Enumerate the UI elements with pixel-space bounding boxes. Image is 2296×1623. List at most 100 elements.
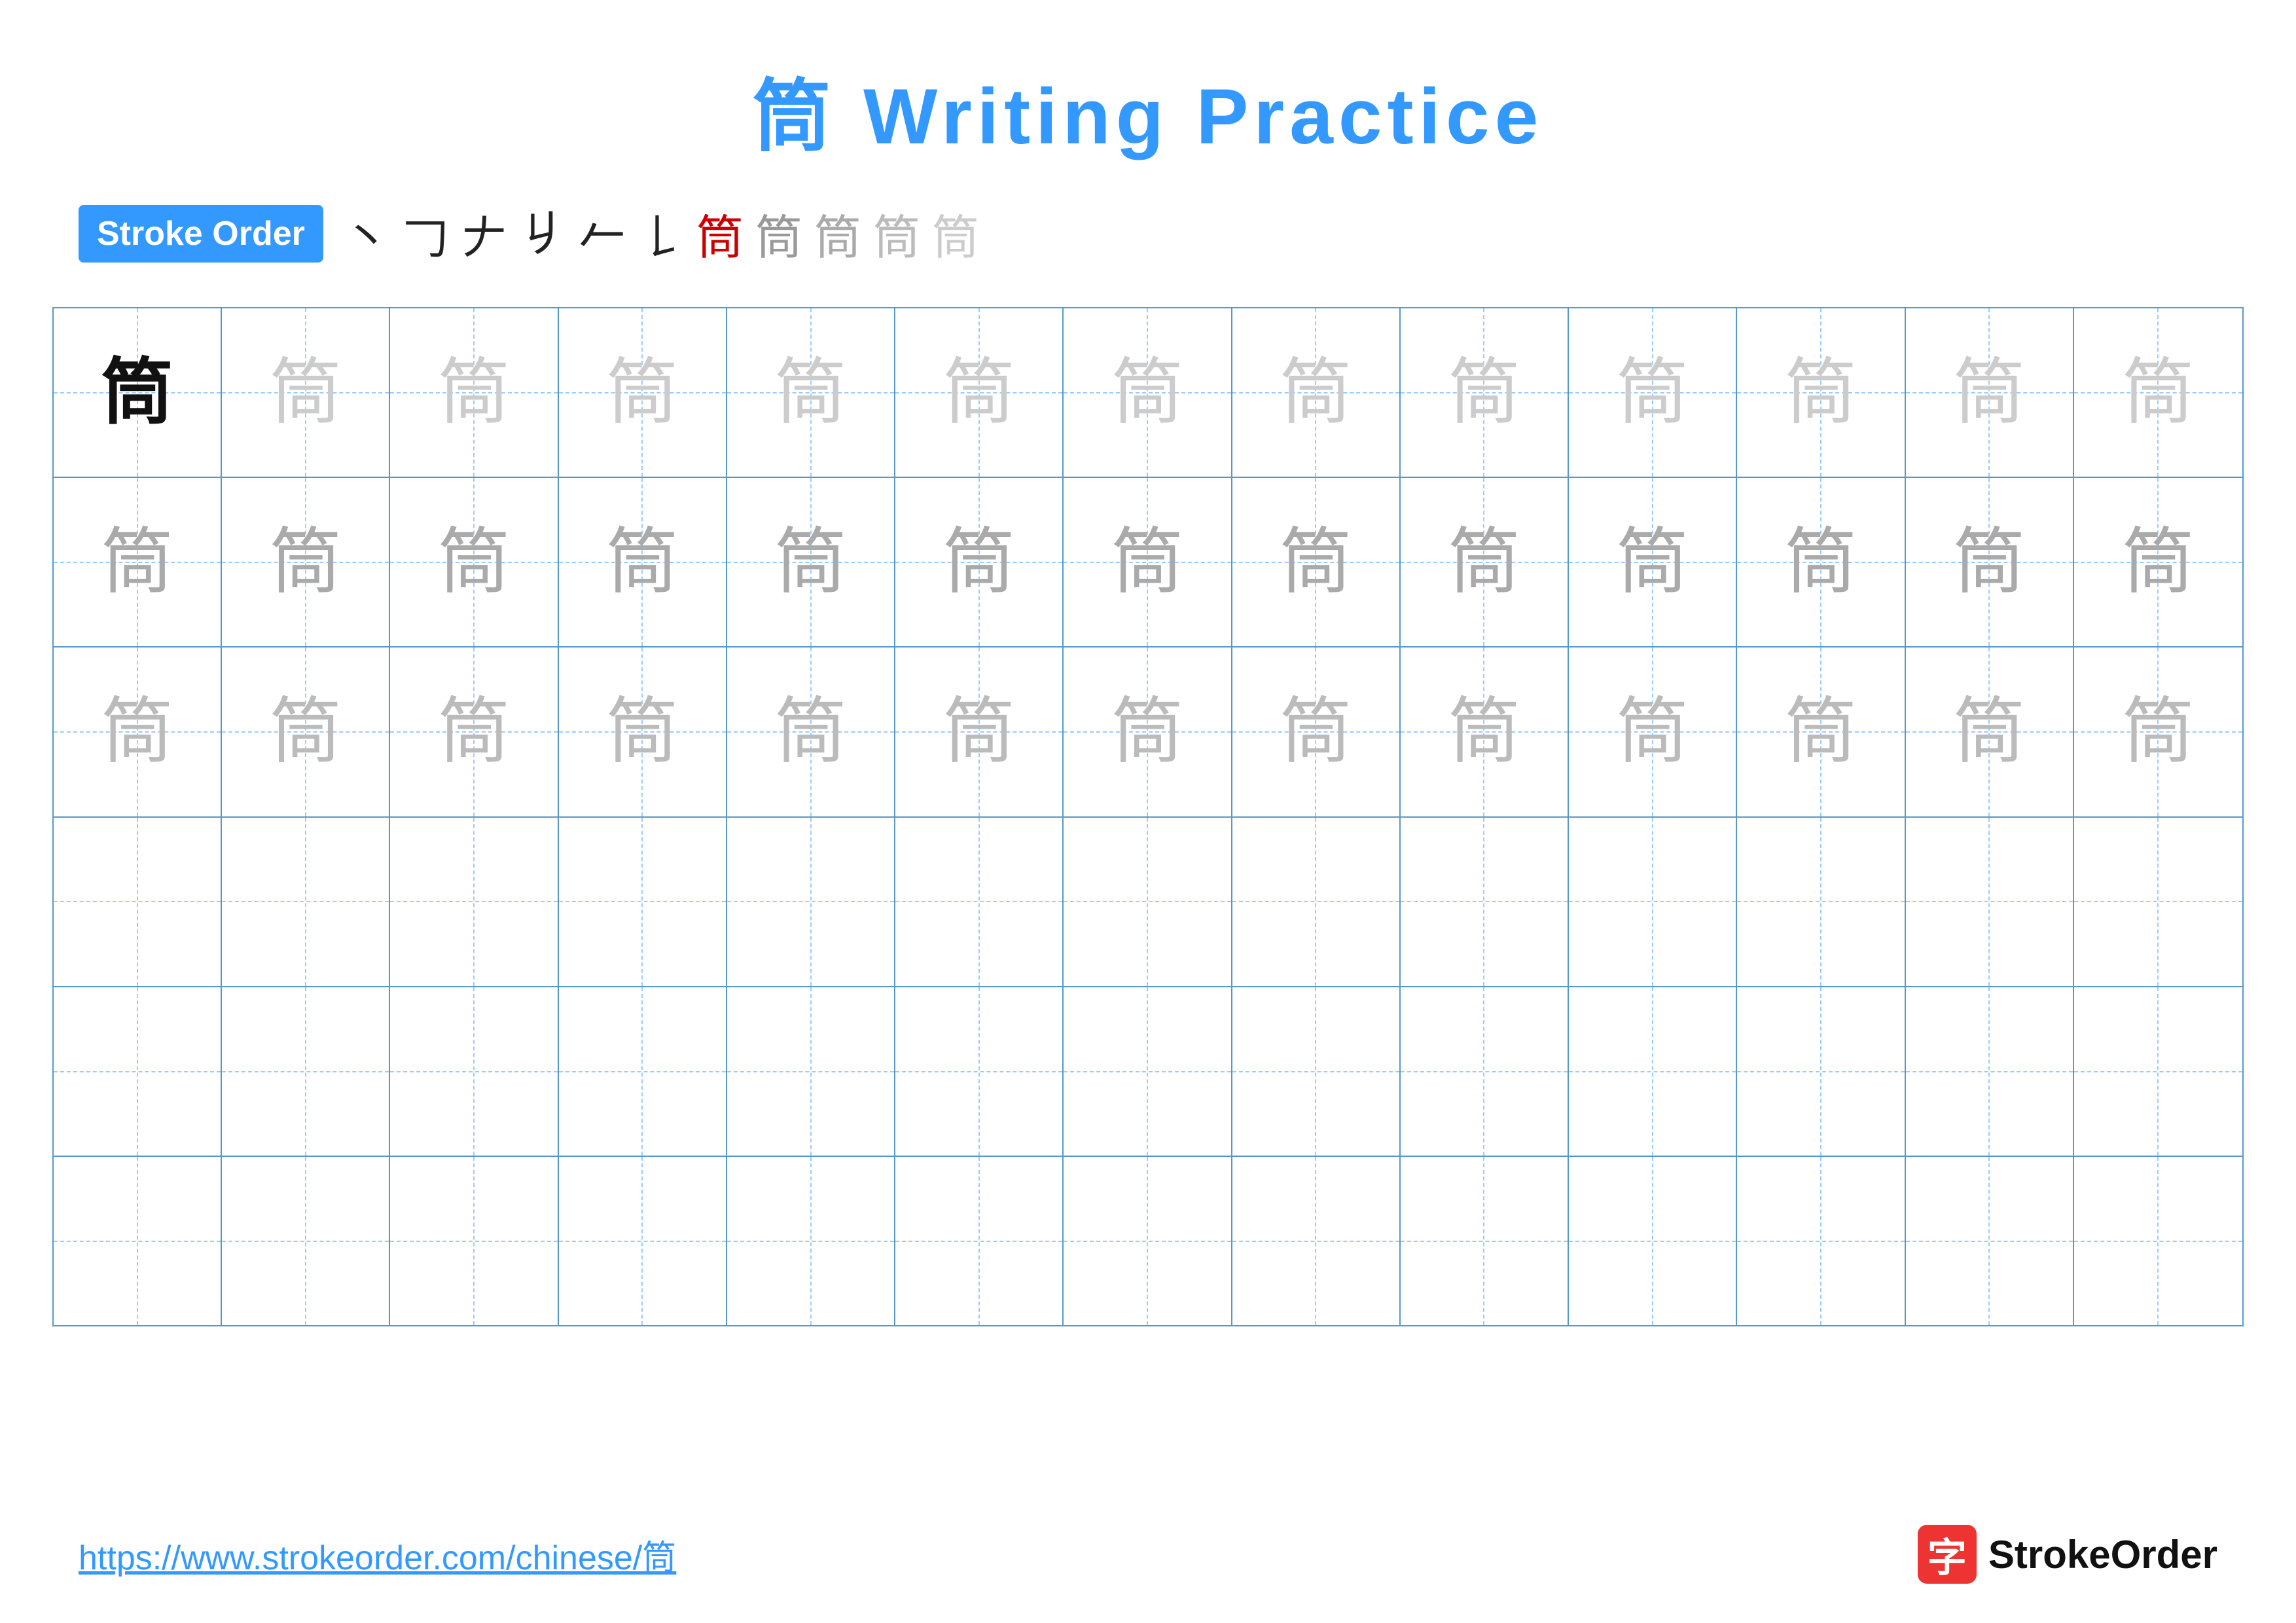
cell-3-5[interactable]: 筒 bbox=[727, 647, 895, 816]
cell-3-6[interactable]: 筒 bbox=[895, 647, 1064, 816]
cell-5-2[interactable] bbox=[222, 987, 390, 1156]
cell-3-2[interactable]: 筒 bbox=[222, 647, 390, 816]
grid-row-1: 筒 筒 筒 筒 筒 筒 筒 筒 筒 筒 筒 筒 筒 bbox=[54, 308, 2242, 478]
cell-5-12[interactable] bbox=[1906, 987, 2074, 1156]
cell-2-6[interactable]: 筒 bbox=[895, 478, 1064, 646]
cell-6-2[interactable] bbox=[222, 1157, 390, 1325]
footer-logo: 字 StrokeOrder bbox=[1918, 1525, 2217, 1584]
cell-6-8[interactable] bbox=[1232, 1157, 1401, 1325]
cell-2-10[interactable]: 筒 bbox=[1569, 478, 1737, 646]
cell-2-12[interactable]: 筒 bbox=[1906, 478, 2074, 646]
cell-5-8[interactable] bbox=[1232, 987, 1401, 1156]
cell-3-10[interactable]: 筒 bbox=[1569, 647, 1737, 816]
cell-1-5[interactable]: 筒 bbox=[727, 308, 895, 477]
cell-1-4[interactable]: 筒 bbox=[559, 308, 727, 477]
cell-4-8[interactable] bbox=[1232, 818, 1401, 986]
cell-2-3[interactable]: 筒 bbox=[390, 478, 558, 646]
cell-5-5[interactable] bbox=[727, 987, 895, 1156]
cell-5-9[interactable] bbox=[1401, 987, 1569, 1156]
cell-1-10[interactable]: 筒 bbox=[1569, 308, 1737, 477]
cell-3-13[interactable]: 筒 bbox=[2074, 647, 2242, 816]
cell-6-4[interactable] bbox=[559, 1157, 727, 1325]
cell-1-13[interactable]: 筒 bbox=[2074, 308, 2242, 477]
cell-3-4[interactable]: 筒 bbox=[559, 647, 727, 816]
cell-1-6[interactable]: 筒 bbox=[895, 308, 1064, 477]
cell-6-7[interactable] bbox=[1064, 1157, 1232, 1325]
cell-4-6[interactable] bbox=[895, 818, 1064, 986]
cell-6-11[interactable] bbox=[1737, 1157, 1905, 1325]
stroke-step-11: 筒 bbox=[932, 199, 979, 268]
cell-1-2[interactable]: 筒 bbox=[222, 308, 390, 477]
footer-url[interactable]: https://www.strokeorder.com/chinese/筒 bbox=[79, 1530, 676, 1579]
stroke-step-2: 𠃌 bbox=[402, 199, 449, 268]
cell-6-13[interactable] bbox=[2074, 1157, 2242, 1325]
cell-4-3[interactable] bbox=[390, 818, 558, 986]
cell-4-10[interactable] bbox=[1569, 818, 1737, 986]
cell-3-12[interactable]: 筒 bbox=[1906, 647, 2074, 816]
cell-5-6[interactable] bbox=[895, 987, 1064, 1156]
cell-4-4[interactable] bbox=[559, 818, 727, 986]
cell-6-6[interactable] bbox=[895, 1157, 1064, 1325]
cell-1-12[interactable]: 筒 bbox=[1906, 308, 2074, 477]
grid-row-2: 筒 筒 筒 筒 筒 筒 筒 筒 筒 筒 筒 筒 筒 bbox=[54, 478, 2242, 647]
cell-2-13[interactable]: 筒 bbox=[2074, 478, 2242, 646]
grid-row-5 bbox=[54, 987, 2242, 1157]
stroke-step-5: 𠂉 bbox=[579, 199, 626, 268]
cell-1-11[interactable]: 筒 bbox=[1737, 308, 1905, 477]
cell-4-7[interactable] bbox=[1064, 818, 1232, 986]
cell-3-8[interactable]: 筒 bbox=[1232, 647, 1401, 816]
strokeorder-logo-icon: 字 bbox=[1918, 1525, 1977, 1584]
stroke-order-badge: Stroke Order bbox=[79, 205, 323, 263]
cell-5-13[interactable] bbox=[2074, 987, 2242, 1156]
stroke-step-6: 𠄌 bbox=[637, 199, 685, 268]
cell-1-7[interactable]: 筒 bbox=[1064, 308, 1232, 477]
stroke-steps: 丶 𠃌 𠂇 𠂈 𠂉 𠄌 筒 筒 筒 筒 筒 bbox=[343, 199, 979, 268]
cell-5-11[interactable] bbox=[1737, 987, 1905, 1156]
cell-5-1[interactable] bbox=[54, 987, 222, 1156]
cell-2-7[interactable]: 筒 bbox=[1064, 478, 1232, 646]
char-dark: 筒 bbox=[101, 357, 173, 429]
cell-3-7[interactable]: 筒 bbox=[1064, 647, 1232, 816]
cell-2-2[interactable]: 筒 bbox=[222, 478, 390, 646]
cell-3-11[interactable]: 筒 bbox=[1737, 647, 1905, 816]
cell-6-12[interactable] bbox=[1906, 1157, 2074, 1325]
cell-1-1[interactable]: 筒 bbox=[54, 308, 222, 477]
practice-grid: 筒 筒 筒 筒 筒 筒 筒 筒 筒 筒 筒 筒 筒 筒 筒 筒 筒 筒 筒 筒 … bbox=[52, 307, 2244, 1326]
cell-6-1[interactable] bbox=[54, 1157, 222, 1325]
cell-6-10[interactable] bbox=[1569, 1157, 1737, 1325]
cell-3-1[interactable]: 筒 bbox=[54, 647, 222, 816]
stroke-step-4: 𠂈 bbox=[520, 206, 567, 262]
cell-5-10[interactable] bbox=[1569, 987, 1737, 1156]
cell-1-3[interactable]: 筒 bbox=[390, 308, 558, 477]
cell-4-13[interactable] bbox=[2074, 818, 2242, 986]
stroke-step-9: 筒 bbox=[814, 199, 861, 268]
cell-2-11[interactable]: 筒 bbox=[1737, 478, 1905, 646]
logo-char: 字 bbox=[1928, 1526, 1967, 1583]
cell-2-4[interactable]: 筒 bbox=[559, 478, 727, 646]
cell-2-8[interactable]: 筒 bbox=[1232, 478, 1401, 646]
cell-4-11[interactable] bbox=[1737, 818, 1905, 986]
cell-3-9[interactable]: 筒 bbox=[1401, 647, 1569, 816]
cell-6-9[interactable] bbox=[1401, 1157, 1569, 1325]
cell-2-1[interactable]: 筒 bbox=[54, 478, 222, 646]
cell-1-9[interactable]: 筒 bbox=[1401, 308, 1569, 477]
cell-4-2[interactable] bbox=[222, 818, 390, 986]
cell-2-5[interactable]: 筒 bbox=[727, 478, 895, 646]
stroke-step-3: 𠂇 bbox=[461, 199, 508, 268]
cell-2-9[interactable]: 筒 bbox=[1401, 478, 1569, 646]
cell-1-8[interactable]: 筒 bbox=[1232, 308, 1401, 477]
cell-4-5[interactable] bbox=[727, 818, 895, 986]
cell-5-7[interactable] bbox=[1064, 987, 1232, 1156]
cell-4-1[interactable] bbox=[54, 818, 222, 986]
footer-logo-text: StrokeOrder bbox=[1988, 1532, 2217, 1577]
stroke-step-10: 筒 bbox=[873, 199, 920, 268]
cell-6-3[interactable] bbox=[390, 1157, 558, 1325]
cell-4-9[interactable] bbox=[1401, 818, 1569, 986]
cell-5-4[interactable] bbox=[559, 987, 727, 1156]
cell-4-12[interactable] bbox=[1906, 818, 2074, 986]
cell-3-3[interactable]: 筒 bbox=[390, 647, 558, 816]
cell-6-5[interactable] bbox=[727, 1157, 895, 1325]
grid-row-3: 筒 筒 筒 筒 筒 筒 筒 筒 筒 筒 筒 筒 筒 bbox=[54, 647, 2242, 817]
cell-5-3[interactable] bbox=[390, 987, 558, 1156]
stroke-step-8: 筒 bbox=[755, 199, 802, 268]
